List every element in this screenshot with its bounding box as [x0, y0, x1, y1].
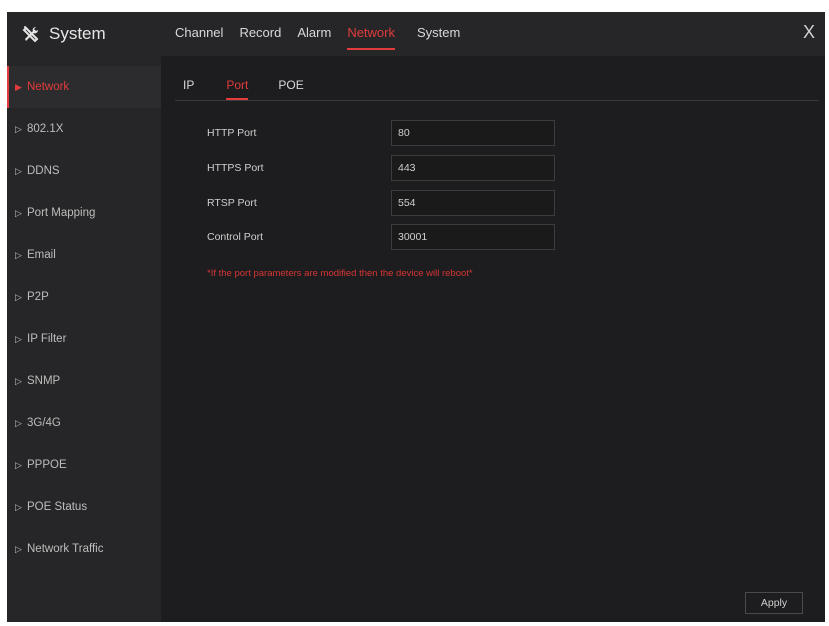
control-port-input[interactable] — [391, 224, 555, 250]
sidebar-item-ip-filter[interactable]: ▷ IP Filter — [7, 318, 161, 360]
triangle-right-icon: ▷ — [15, 123, 22, 134]
sub-tabs: IP Port POE — [183, 74, 304, 100]
tab-system[interactable]: System — [417, 12, 460, 56]
triangle-right-icon: ▷ — [15, 333, 22, 344]
http-port-input[interactable] — [391, 120, 555, 146]
top-bar: System Channel Record Alarm Network Syst… — [7, 12, 825, 56]
http-port-label: HTTP Port — [207, 127, 257, 139]
sidebar-item-3g4g[interactable]: ▷ 3G/4G — [7, 402, 161, 444]
sidebar-item-label: PPPOE — [27, 459, 67, 471]
sidebar-item-8021x[interactable]: ▷ 802.1X — [7, 108, 161, 150]
triangle-right-icon: ▷ — [15, 165, 22, 176]
brand: System — [21, 20, 106, 48]
main-tabs: Channel Record Alarm Network System — [175, 12, 460, 56]
http-port-row: HTTP Port — [207, 120, 567, 148]
triangle-right-icon: ▷ — [15, 375, 22, 386]
rtsp-port-label: RTSP Port — [207, 197, 257, 209]
sidebar-item-label: Port Mapping — [27, 207, 96, 219]
sidebar-item-network-traffic[interactable]: ▷ Network Traffic — [7, 528, 161, 570]
control-port-row: Control Port — [207, 224, 567, 252]
sidebar-item-label: P2P — [27, 291, 49, 303]
triangle-right-icon: ▷ — [15, 459, 22, 470]
rtsp-port-row: RTSP Port — [207, 190, 567, 218]
triangle-right-icon: ▷ — [15, 207, 22, 218]
close-button[interactable]: X — [799, 22, 819, 42]
https-port-input[interactable] — [391, 155, 555, 181]
sidebar-item-label: IP Filter — [27, 333, 67, 345]
sidebar-item-port-mapping[interactable]: ▷ Port Mapping — [7, 192, 161, 234]
app-title: System — [49, 24, 106, 43]
rtsp-port-input[interactable] — [391, 190, 555, 216]
control-port-label: Control Port — [207, 231, 264, 243]
triangle-right-icon: ▷ — [15, 501, 22, 512]
sidebar-item-label: SNMP — [27, 375, 61, 387]
sidebar-item-p2p[interactable]: ▷ P2P — [7, 276, 161, 318]
https-port-row: HTTPS Port — [207, 155, 567, 183]
sidebar-item-label: Network — [27, 81, 70, 93]
triangle-right-icon: ▶ — [15, 81, 22, 92]
sidebar-item-label: 3G/4G — [27, 417, 61, 429]
sidebar-item-snmp[interactable]: ▷ SNMP — [7, 360, 161, 402]
triangle-right-icon: ▷ — [15, 291, 22, 302]
settings-window: System Channel Record Alarm Network Syst… — [7, 12, 825, 622]
tools-icon — [21, 24, 41, 44]
sidebar-item-poe-status[interactable]: ▷ POE Status — [7, 486, 161, 528]
triangle-right-icon: ▷ — [15, 543, 22, 554]
triangle-right-icon: ▷ — [15, 249, 22, 260]
sidebar-item-label: 802.1X — [27, 123, 64, 135]
https-port-label: HTTPS Port — [207, 162, 264, 174]
tab-network[interactable]: Network — [347, 12, 395, 56]
sidebar-item-label: POE Status — [27, 501, 88, 513]
sidebar-item-label: Network Traffic — [27, 543, 104, 555]
triangle-right-icon: ▷ — [15, 417, 22, 428]
tab-channel[interactable]: Channel — [175, 12, 223, 56]
sidebar-item-pppoe[interactable]: ▷ PPPOE — [7, 444, 161, 486]
sidebar-item-ddns[interactable]: ▷ DDNS — [7, 150, 161, 192]
sidebar-item-label: DDNS — [27, 165, 60, 177]
divider — [175, 100, 819, 101]
subtab-ip[interactable]: IP — [183, 74, 194, 100]
tab-record[interactable]: Record — [239, 12, 281, 56]
sidebar-item-email[interactable]: ▷ Email — [7, 234, 161, 276]
sidebar-item-network[interactable]: ▶ Network — [7, 66, 161, 108]
reboot-warning: *If the port parameters are modified the… — [207, 268, 473, 279]
tab-alarm[interactable]: Alarm — [297, 12, 331, 56]
apply-button[interactable]: Apply — [745, 592, 803, 614]
sidebar-item-label: Email — [27, 249, 56, 261]
sidebar: ▶ Network ▷ 802.1X ▷ DDNS ▷ Port Mapping… — [7, 56, 161, 622]
subtab-poe[interactable]: POE — [278, 74, 303, 100]
subtab-port[interactable]: Port — [226, 74, 249, 100]
